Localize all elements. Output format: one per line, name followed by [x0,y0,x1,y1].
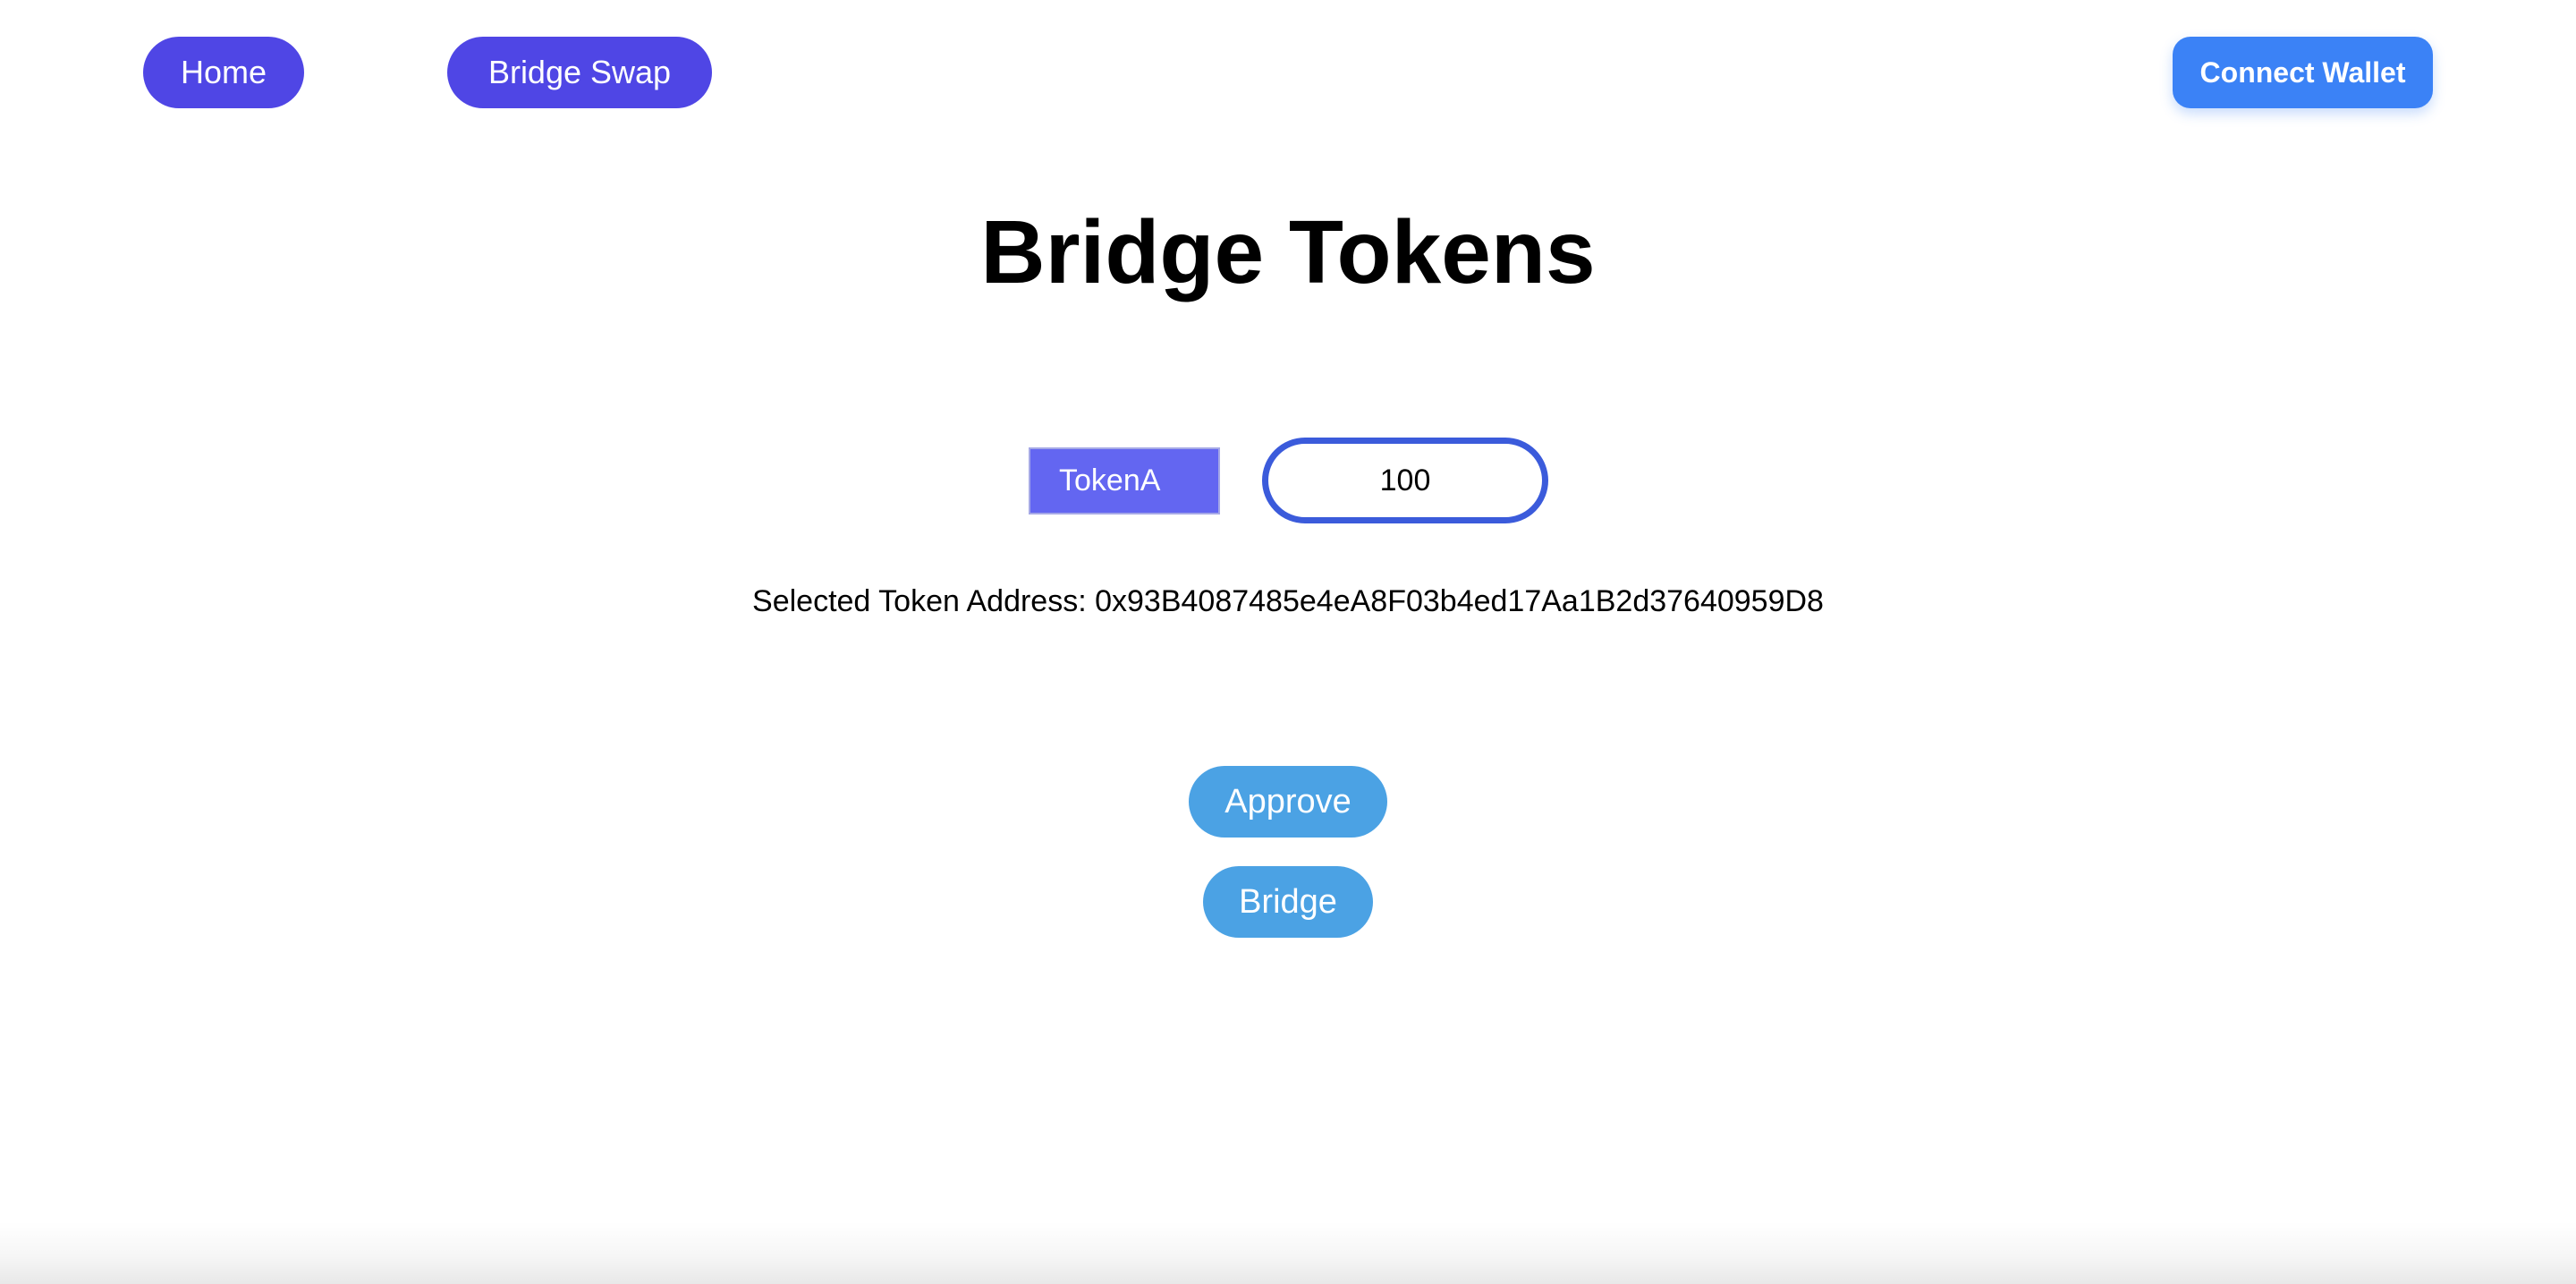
bridge-button[interactable]: Bridge [1203,866,1373,938]
window-bottom-shadow [0,1221,2576,1284]
selected-token-address-value: 0x93B4087485e4eA8F03b4ed17Aa1B2d37640959… [1095,584,1824,618]
selected-token-address-label: Selected Token Address: [752,584,1087,618]
token-select[interactable]: TokenA [1029,447,1220,514]
connect-wallet-button[interactable]: Connect Wallet [2173,37,2433,108]
selected-token-address: Selected Token Address: 0x93B4087485e4eA… [0,580,2576,623]
amount-input[interactable] [1262,438,1548,523]
page-title: Bridge Tokens [980,202,1596,302]
home-button[interactable]: Home [143,37,304,108]
approve-button[interactable]: Approve [1189,766,1387,838]
bridge-swap-button[interactable]: Bridge Swap [447,37,712,108]
